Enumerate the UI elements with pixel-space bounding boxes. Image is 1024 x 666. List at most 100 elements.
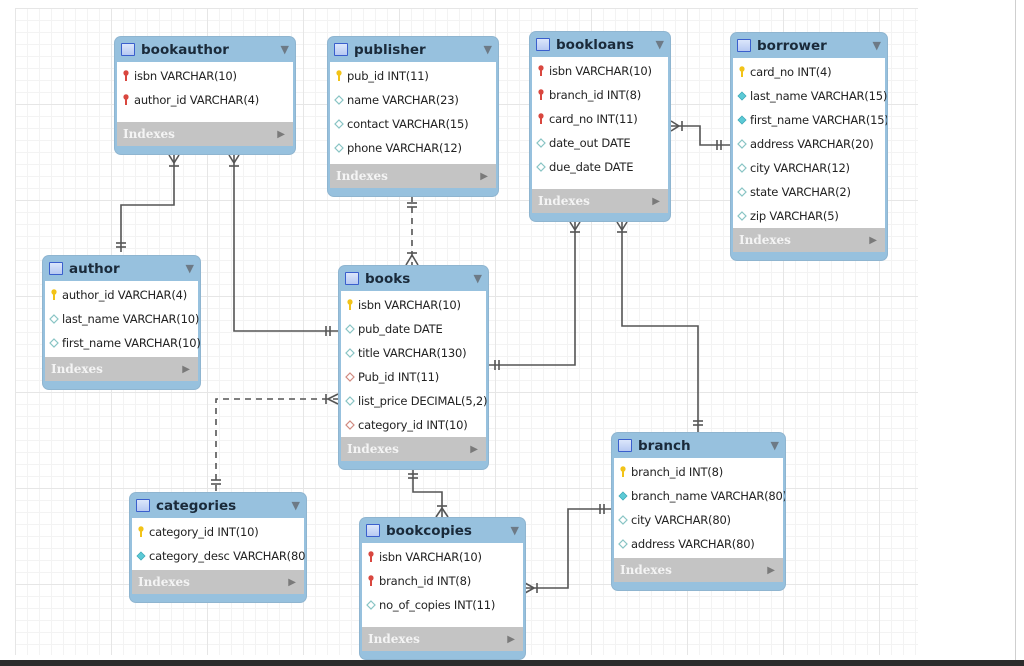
column-row[interactable]: state VARCHAR(2) xyxy=(733,180,885,204)
column-row[interactable]: author_id VARCHAR(4) xyxy=(117,88,293,112)
column-row[interactable]: last_name VARCHAR(10) xyxy=(45,307,199,331)
column-row[interactable]: city VARCHAR(80) xyxy=(614,508,783,532)
column-row[interactable]: card_no INT(11) xyxy=(532,107,668,131)
relationship-categories-books[interactable] xyxy=(211,393,339,491)
column-icon xyxy=(536,162,546,172)
table-bookauthor[interactable]: bookauthor ▼ isbn VARCHAR(10) author_id … xyxy=(115,37,295,154)
expand-arrow-icon[interactable]: ▶ xyxy=(277,129,285,140)
column-row[interactable]: zip VARCHAR(5) xyxy=(733,204,885,228)
column-row[interactable]: last_name VARCHAR(15) xyxy=(733,84,887,108)
expand-arrow-icon[interactable]: ▶ xyxy=(507,634,515,645)
relationship-branch-bookcopies[interactable] xyxy=(524,504,611,594)
column-row[interactable]: card_no INT(4) xyxy=(733,60,885,84)
expand-arrow-icon[interactable]: ▶ xyxy=(182,364,190,375)
collapse-caret-icon[interactable]: ▼ xyxy=(771,439,779,452)
relationship-books-bookauthor[interactable] xyxy=(228,154,338,336)
table-books[interactable]: books ▼ isbn VARCHAR(10) pub_date DATE t… xyxy=(339,266,488,469)
column-row[interactable]: address VARCHAR(80) xyxy=(614,532,783,556)
table-bookloans[interactable]: bookloans ▼ isbn VARCHAR(10) branch_id I… xyxy=(530,32,670,221)
column-row[interactable]: date_out DATE xyxy=(532,131,668,155)
column-row[interactable]: branch_id INT(8) xyxy=(614,460,783,484)
table-categories[interactable]: categories ▼ category_id INT(10) categor… xyxy=(130,493,306,602)
table-header[interactable]: publisher ▼ xyxy=(328,37,498,62)
collapse-caret-icon[interactable]: ▼ xyxy=(873,39,881,52)
relationship-borrower-bookloans[interactable] xyxy=(670,120,731,150)
expand-arrow-icon[interactable]: ▶ xyxy=(480,171,488,182)
indexes-section[interactable]: Indexes ▶ xyxy=(132,570,304,594)
column-row[interactable]: due_date DATE xyxy=(532,155,668,179)
relationship-author-bookauthor[interactable] xyxy=(116,154,180,252)
table-header[interactable]: bookauthor ▼ xyxy=(115,37,295,62)
column-row[interactable]: branch_id INT(8) xyxy=(532,83,668,107)
table-borrower[interactable]: borrower ▼ card_no INT(4) last_name VARC… xyxy=(731,33,887,260)
column-row[interactable]: branch_id INT(8) xyxy=(362,569,523,593)
column-icon xyxy=(737,187,747,197)
indexes-section[interactable]: Indexes ▶ xyxy=(330,164,496,188)
column-row[interactable]: Pub_id INT(11) xyxy=(341,365,486,389)
column-row[interactable]: city VARCHAR(12) xyxy=(733,156,885,180)
indexes-section[interactable]: Indexes ▶ xyxy=(532,189,668,213)
column-row[interactable]: isbn VARCHAR(10) xyxy=(117,64,293,88)
collapse-caret-icon[interactable]: ▼ xyxy=(656,38,664,51)
table-icon xyxy=(345,272,359,285)
relationship-branch-bookloans[interactable] xyxy=(616,221,703,432)
indexes-section[interactable]: Indexes ▶ xyxy=(362,627,523,651)
collapse-caret-icon[interactable]: ▼ xyxy=(511,524,519,537)
relationship-publisher-books[interactable] xyxy=(405,196,419,266)
table-bookcopies[interactable]: bookcopies ▼ isbn VARCHAR(10) branch_id … xyxy=(360,518,525,659)
expand-arrow-icon[interactable]: ▶ xyxy=(767,565,775,576)
column-row[interactable]: pub_id INT(11) xyxy=(330,64,496,88)
table-header[interactable]: borrower ▼ xyxy=(731,33,887,58)
indexes-section[interactable]: Indexes ▶ xyxy=(614,558,783,582)
relationship-books-bookloans[interactable] xyxy=(489,221,581,370)
column-row[interactable]: phone VARCHAR(12) xyxy=(330,136,496,160)
column-row[interactable]: branch_name VARCHAR(80) xyxy=(614,484,785,508)
indexes-section[interactable]: Indexes ▶ xyxy=(733,228,885,252)
column-row[interactable]: pub_date DATE xyxy=(341,317,486,341)
expand-arrow-icon[interactable]: ▶ xyxy=(470,444,478,455)
column-row[interactable]: category_id INT(10) xyxy=(341,413,486,437)
collapse-caret-icon[interactable]: ▼ xyxy=(281,43,289,56)
column-row[interactable]: category_id INT(10) xyxy=(132,520,304,544)
column-row[interactable]: list_price DECIMAL(5,2) xyxy=(341,389,488,413)
table-header[interactable]: books ▼ xyxy=(339,266,488,291)
collapse-caret-icon[interactable]: ▼ xyxy=(292,499,300,512)
expand-arrow-icon[interactable]: ▶ xyxy=(869,235,877,246)
table-name: categories xyxy=(156,497,237,514)
table-header[interactable]: branch ▼ xyxy=(612,433,785,458)
indexes-section[interactable]: Indexes ▶ xyxy=(341,437,486,461)
table-header[interactable]: categories ▼ xyxy=(130,493,306,518)
relationship-books-bookcopies[interactable] xyxy=(408,467,449,518)
column-row[interactable]: title VARCHAR(130) xyxy=(341,341,486,365)
collapse-caret-icon[interactable]: ▼ xyxy=(186,262,194,275)
column-row[interactable]: no_of_copies INT(11) xyxy=(362,593,523,617)
column-row[interactable]: first_name VARCHAR(15) xyxy=(733,108,887,132)
indexes-section[interactable]: Indexes ▶ xyxy=(45,357,198,381)
table-header[interactable]: bookloans ▼ xyxy=(530,32,670,57)
column-row[interactable]: category_desc VARCHAR(80) xyxy=(132,544,306,568)
column-row[interactable]: name VARCHAR(23) xyxy=(330,88,496,112)
column-row[interactable]: author_id VARCHAR(4) xyxy=(45,283,198,307)
collapse-caret-icon[interactable]: ▼ xyxy=(474,272,482,285)
table-publisher[interactable]: publisher ▼ pub_id INT(11) name VARCHAR(… xyxy=(328,37,498,196)
table-icon xyxy=(334,43,348,56)
column-icon xyxy=(536,138,546,148)
column-row[interactable]: first_name VARCHAR(10) xyxy=(45,331,200,355)
column-row[interactable]: contact VARCHAR(15) xyxy=(330,112,496,136)
expand-arrow-icon[interactable]: ▶ xyxy=(652,196,660,207)
collapse-caret-icon[interactable]: ▼ xyxy=(484,43,492,56)
column-row[interactable]: isbn VARCHAR(10) xyxy=(532,59,668,83)
indexes-section[interactable]: Indexes ▶ xyxy=(117,122,293,146)
column-icon xyxy=(49,338,59,348)
expand-arrow-icon[interactable]: ▶ xyxy=(288,577,296,588)
table-header[interactable]: bookcopies ▼ xyxy=(360,518,525,543)
column-row[interactable]: address VARCHAR(20) xyxy=(733,132,885,156)
column-row[interactable]: isbn VARCHAR(10) xyxy=(341,293,486,317)
column-icon xyxy=(345,324,355,334)
table-branch[interactable]: branch ▼ branch_id INT(8) branch_name VA… xyxy=(612,433,785,590)
table-icon xyxy=(136,499,150,512)
column-row[interactable]: isbn VARCHAR(10) xyxy=(362,545,523,569)
table-header[interactable]: author ▼ xyxy=(43,256,200,281)
table-author[interactable]: author ▼ author_id VARCHAR(4) last_name … xyxy=(43,256,200,389)
table-icon xyxy=(366,524,380,537)
